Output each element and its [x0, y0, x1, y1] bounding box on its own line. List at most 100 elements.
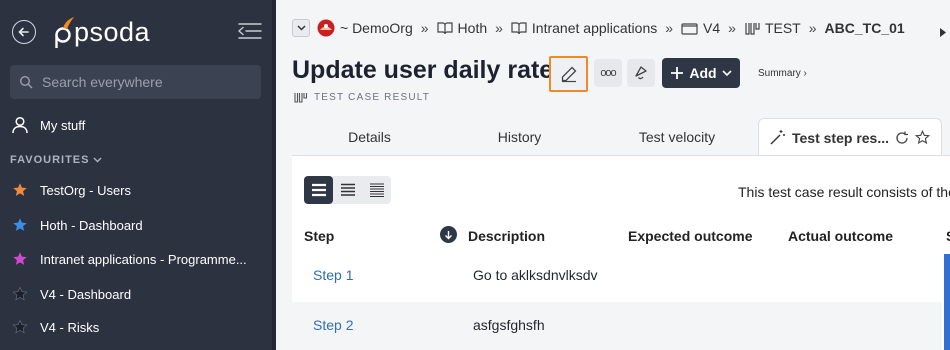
book-icon	[436, 21, 453, 35]
refresh-icon[interactable]	[895, 131, 909, 145]
list-icon	[369, 183, 384, 197]
add-label: Add	[689, 65, 717, 81]
logo-mark-icon	[55, 17, 74, 48]
view-compact-list-button[interactable]	[362, 176, 391, 204]
tab-label: Test step res...	[792, 129, 890, 146]
breadcrumb-item[interactable]: V4	[703, 20, 720, 36]
column-header-step[interactable]: Step	[304, 228, 334, 244]
tab-bar: Details History Test velocity Test step …	[292, 118, 950, 156]
table-row[interactable]: Step 1 Go to aklksdnvlksdv	[292, 252, 942, 300]
table-row[interactable]: Step 2 asfgsfghsfh	[292, 302, 942, 350]
view-medium-list-button[interactable]	[333, 176, 362, 204]
search-input[interactable]: Search everywhere	[10, 65, 261, 99]
user-icon	[10, 115, 30, 135]
step-link[interactable]: Step 2	[313, 317, 353, 333]
sidebar-item-label: TestOrg - Users	[40, 182, 132, 198]
psoda-logo[interactable]: psoda	[50, 14, 150, 50]
list-icon	[311, 183, 326, 197]
breadcrumb: ~ DemoOrg » Hoth » Intranet applications…	[292, 19, 905, 37]
column-header-status[interactable]: S	[946, 228, 950, 244]
pencil-icon	[561, 66, 576, 83]
page-title: Update user daily rate	[292, 56, 554, 84]
sidebar-item-label: Hoth - Dashboard	[40, 217, 143, 233]
breadcrumb-dropdown-button[interactable]	[292, 19, 310, 37]
favourites-label: FAVOURITES	[10, 154, 90, 166]
star-icon	[10, 249, 30, 269]
breadcrumb-separator: »	[420, 20, 429, 36]
star-icon	[10, 284, 30, 304]
step-description: asfgsfghsfh	[473, 317, 545, 333]
logo-text: psoda	[74, 16, 151, 47]
breadcrumb-separator: »	[495, 20, 503, 36]
chevron-down-icon	[296, 25, 306, 31]
chevron-right-icon[interactable]	[940, 24, 946, 42]
sidebar-item-label: Intranet applications - Programme...	[40, 251, 247, 267]
org-avatar-icon	[317, 19, 335, 37]
sidebar-item-fav[interactable]: TestOrg - Users	[10, 180, 131, 200]
view-toggle	[304, 176, 391, 204]
info-text: This test case result consists of the	[738, 184, 950, 200]
magic-wand-icon	[770, 130, 785, 145]
tab-details[interactable]: Details	[292, 118, 447, 156]
favourites-heading[interactable]: FAVOURITES	[10, 154, 102, 166]
page-subtitle: TEST CASE RESULT	[294, 92, 430, 103]
view-large-list-button[interactable]	[304, 176, 333, 204]
sidebar-item-fav[interactable]: Intranet applications - Programme...	[10, 249, 247, 269]
edit-button[interactable]	[549, 56, 588, 92]
list-icon	[340, 183, 355, 196]
add-button[interactable]: Add	[662, 58, 740, 88]
breadcrumb-item[interactable]: Intranet applications	[532, 20, 657, 36]
column-header-actual-outcome[interactable]: Actual outcome	[788, 228, 893, 244]
tab-label: History	[497, 129, 542, 145]
subtitle-text: TEST CASE RESULT	[314, 92, 431, 103]
breadcrumb-item[interactable]: Hoth	[458, 20, 488, 36]
bell-icon	[635, 66, 647, 80]
summary-link[interactable]: Summary ›	[758, 68, 807, 79]
main-content: ~ DemoOrg » Hoth » Intranet applications…	[276, 0, 950, 350]
sidebar-item-label: My stuff	[40, 117, 86, 133]
test-tube-icon	[294, 93, 308, 103]
star-icon	[10, 215, 30, 235]
tab-label: Test velocity	[638, 129, 716, 145]
tab-history[interactable]: History	[447, 118, 592, 156]
search-icon	[19, 75, 33, 89]
test-steps-panel: This test case result consists of the St…	[292, 155, 950, 350]
book-icon	[511, 21, 527, 35]
tab-label: Details	[348, 129, 391, 145]
sort-descending-icon[interactable]	[440, 226, 457, 243]
sidebar-item-fav[interactable]: V4 - Dashboard	[10, 284, 131, 304]
breadcrumb-separator: »	[808, 20, 817, 36]
status-indicator-bar	[944, 254, 950, 350]
star-icon	[10, 180, 30, 200]
notification-button[interactable]	[627, 59, 655, 87]
search-placeholder: Search everywhere	[42, 74, 163, 90]
breadcrumb-current: ABC_TC_01	[824, 20, 905, 36]
column-header-description[interactable]: Description	[468, 228, 545, 244]
folder-icon	[681, 22, 698, 35]
step-link[interactable]: Step 1	[313, 267, 353, 283]
breadcrumb-separator: »	[665, 20, 674, 36]
chevron-down-icon	[93, 157, 102, 163]
sidebar-item-fav[interactable]: Hoth - Dashboard	[10, 215, 143, 235]
sidebar-item-label: V4 - Risks	[40, 319, 100, 335]
breadcrumb-item[interactable]: TEST	[765, 20, 801, 36]
star-outline-icon[interactable]	[915, 130, 931, 145]
sidebar-item-my-stuff[interactable]: My stuff	[10, 115, 85, 135]
breadcrumb-item[interactable]: ~ DemoOrg	[340, 20, 413, 36]
plus-icon	[671, 67, 684, 79]
more-options-button[interactable]: ooo	[594, 59, 622, 87]
sidebar-item-fav[interactable]: V4 - Risks	[10, 317, 99, 337]
chevron-down-icon	[722, 69, 732, 76]
sidebar-item-label: V4 - Dashboard	[40, 286, 132, 302]
star-icon	[10, 317, 30, 337]
tab-test-step-results[interactable]: Test step res...	[758, 118, 942, 156]
test-tube-icon	[744, 21, 760, 36]
more-icon: ooo	[600, 67, 616, 79]
sidebar: psoda Search everywhere My stuff FAVOURI…	[0, 0, 276, 350]
breadcrumb-separator: »	[728, 20, 736, 36]
step-description: Go to aklksdnvlksdv	[473, 267, 598, 283]
tab-test-velocity[interactable]: Test velocity	[592, 118, 762, 156]
back-icon[interactable]	[12, 20, 36, 44]
column-header-expected-outcome[interactable]: Expected outcome	[628, 228, 752, 244]
collapse-menu-icon[interactable]	[238, 22, 262, 45]
